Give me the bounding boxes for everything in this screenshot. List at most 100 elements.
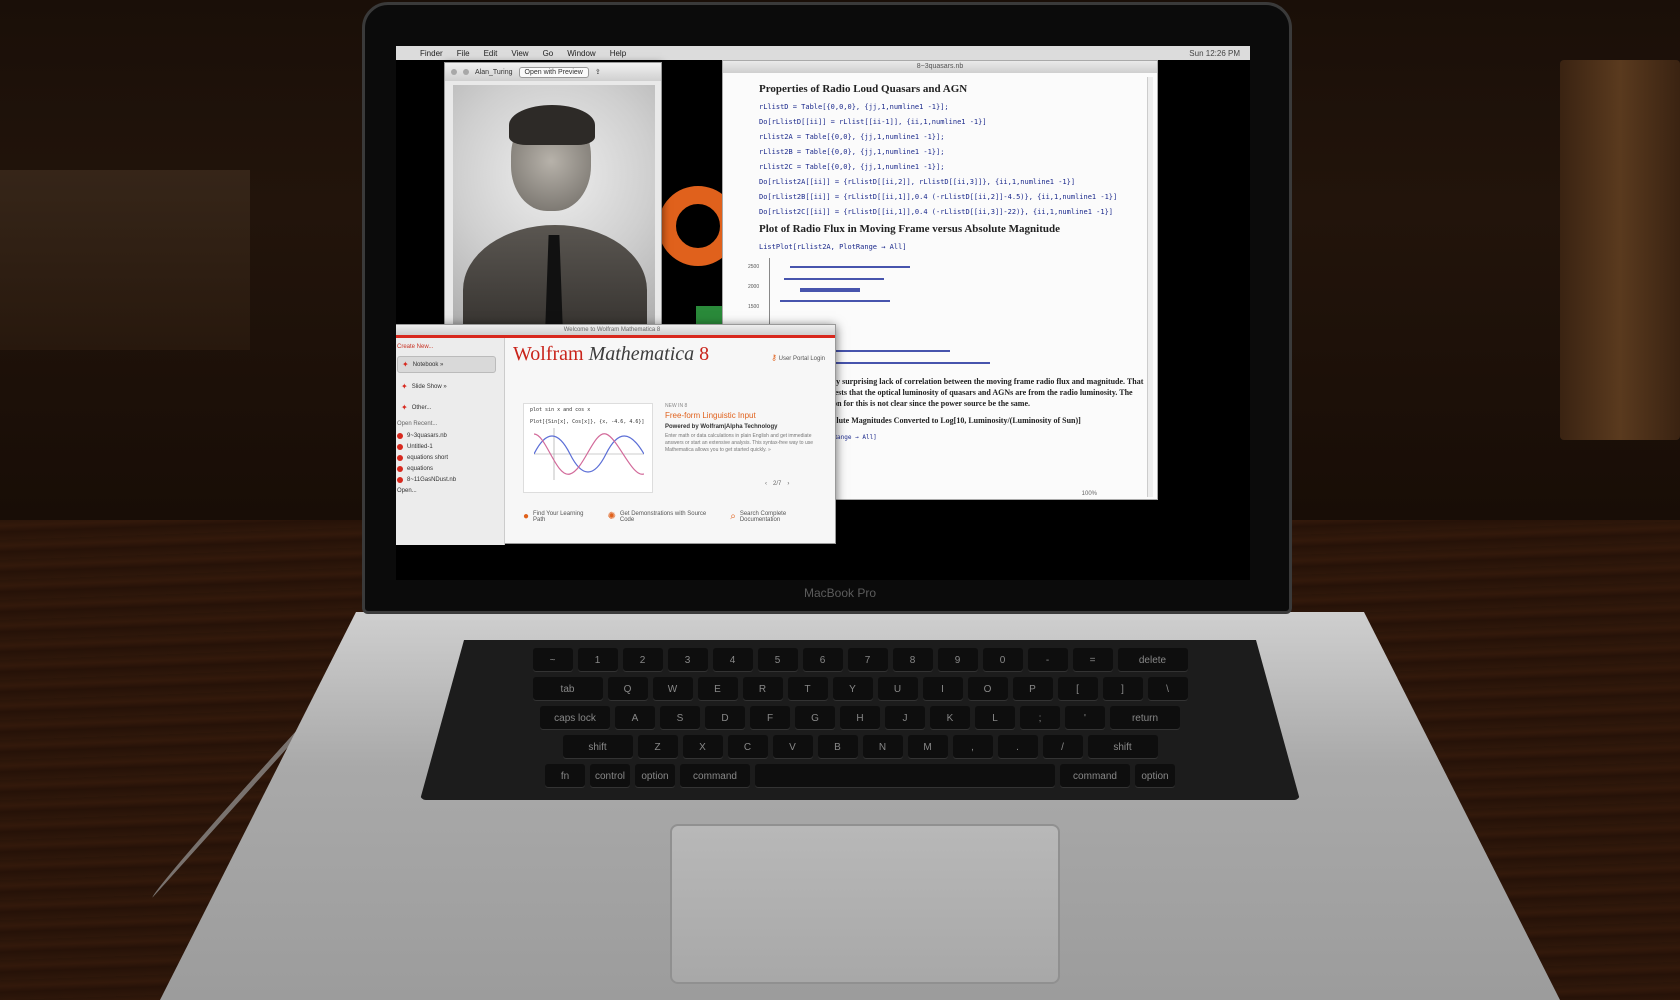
key[interactable]: T <box>787 677 828 701</box>
menu-help[interactable]: Help <box>610 49 626 58</box>
key-option[interactable]: option <box>635 764 675 788</box>
menu-file[interactable]: File <box>457 49 470 58</box>
key-fn[interactable]: fn <box>545 764 585 788</box>
menu-edit[interactable]: Edit <box>484 49 498 58</box>
key[interactable]: 4 <box>712 648 753 672</box>
key[interactable]: O <box>967 677 1008 701</box>
code-line[interactable]: rLlist2B = Table[{0,0}, {jj,1,numline1 -… <box>759 148 1143 156</box>
share-icon[interactable]: ⇪ <box>595 68 601 76</box>
key[interactable]: A <box>615 706 655 730</box>
key[interactable]: Y <box>832 677 873 701</box>
key[interactable]: V <box>772 735 813 759</box>
key[interactable]: 2 <box>622 648 663 672</box>
menu-go[interactable]: Go <box>543 49 554 58</box>
key[interactable]: D <box>705 706 745 730</box>
plot-code[interactable]: ListPlot[rLlist2A, PlotRange → All] <box>759 243 1143 251</box>
preview-window[interactable]: Alan_Turing Open with Preview ⇪ <box>444 62 662 346</box>
documentation-link[interactable]: ⌕ Search Complete Documentation <box>730 511 823 523</box>
recent-file[interactable]: 8~11GasNDust.nb <box>397 477 496 483</box>
key[interactable]: X <box>682 735 723 759</box>
close-icon[interactable] <box>451 69 457 75</box>
key[interactable]: L <box>975 706 1015 730</box>
learning-path-link[interactable]: ● Find Your Learning Path <box>523 511 594 523</box>
key[interactable]: C <box>727 735 768 759</box>
key-shift-right[interactable]: shift <box>1087 735 1158 759</box>
key[interactable]: [ <box>1057 677 1098 701</box>
code-line[interactable]: Do[rLlist2A[[ii]] = {rLlistD[[ii,2]], rL… <box>759 178 1143 186</box>
open-with-preview-button[interactable]: Open with Preview <box>518 66 589 78</box>
menu-finder[interactable]: Finder <box>420 49 443 58</box>
key-space[interactable] <box>755 764 1055 788</box>
key-option[interactable]: option <box>1135 764 1175 788</box>
key[interactable]: S <box>660 706 700 730</box>
key-delete[interactable]: delete <box>1117 648 1188 672</box>
key[interactable]: K <box>930 706 970 730</box>
notebook-scrollbar[interactable] <box>1147 77 1153 497</box>
code-line[interactable]: rLlist2A = Table[{0,0}, {jj,1,numline1 -… <box>759 133 1143 141</box>
key[interactable]: H <box>840 706 880 730</box>
menu-window[interactable]: Window <box>567 49 595 58</box>
recent-file[interactable]: Untitled-1 <box>397 444 496 450</box>
key[interactable]: Z <box>637 735 678 759</box>
trackpad[interactable] <box>670 824 1060 984</box>
demonstrations-link[interactable]: ✺ Get Demonstrations with Source Code <box>608 511 717 523</box>
welcome-title[interactable]: Welcome to Wolfram Mathematica 8 <box>396 325 835 335</box>
prev-icon[interactable]: ‹ <box>765 481 767 487</box>
key[interactable]: \ <box>1147 677 1188 701</box>
recent-file[interactable]: equations <box>397 466 496 472</box>
next-icon[interactable]: › <box>787 481 789 487</box>
key[interactable]: R <box>742 677 783 701</box>
key[interactable]: . <box>997 735 1038 759</box>
key-command[interactable]: command <box>680 764 750 788</box>
menu-view[interactable]: View <box>511 49 528 58</box>
new-other-button[interactable]: ✦ Other... <box>397 400 496 415</box>
code-line[interactable]: Do[rLlist2C[[ii]] = {rLlistD[[ii,1]],0.4… <box>759 208 1143 216</box>
key[interactable]: B <box>817 735 858 759</box>
user-portal-login-link[interactable]: ⚷ User Portal Login <box>771 353 825 362</box>
key[interactable]: G <box>795 706 835 730</box>
key[interactable]: 7 <box>847 648 888 672</box>
recent-file[interactable]: 9~3quasars.nb <box>397 433 496 439</box>
key-shift-left[interactable]: shift <box>562 735 633 759</box>
key[interactable]: W <box>652 677 693 701</box>
key[interactable]: M <box>907 735 948 759</box>
key[interactable]: 9 <box>937 648 978 672</box>
menubar-clock[interactable]: Sun 12:26 PM <box>1189 49 1240 58</box>
key[interactable]: = <box>1072 648 1113 672</box>
key[interactable]: 3 <box>667 648 708 672</box>
key[interactable]: ~ <box>532 648 573 672</box>
key[interactable]: 5 <box>757 648 798 672</box>
code-line[interactable]: Do[rLlist2B[[ii]] = {rLlistD[[ii,1]],0.4… <box>759 193 1143 201</box>
key[interactable]: / <box>1042 735 1083 759</box>
key[interactable]: 6 <box>802 648 843 672</box>
key[interactable]: U <box>877 677 918 701</box>
open-file-link[interactable]: Open... <box>397 488 496 494</box>
key[interactable]: ] <box>1102 677 1143 701</box>
code-line[interactable]: Do[rLlistD[[ii]] = rLlist[[ii-1]], {ii,1… <box>759 118 1143 126</box>
minimize-icon[interactable] <box>463 69 469 75</box>
key[interactable]: P <box>1012 677 1053 701</box>
key[interactable]: E <box>697 677 738 701</box>
key[interactable]: F <box>750 706 790 730</box>
notebook-title[interactable]: 8~3quasars.nb <box>723 61 1157 73</box>
key[interactable]: 1 <box>577 648 618 672</box>
key-command[interactable]: command <box>1060 764 1130 788</box>
key-caps-lock[interactable]: caps lock <box>540 706 610 730</box>
key[interactable]: , <box>952 735 993 759</box>
key[interactable]: N <box>862 735 903 759</box>
key[interactable]: - <box>1027 648 1068 672</box>
key-return[interactable]: return <box>1110 706 1180 730</box>
key[interactable]: 8 <box>892 648 933 672</box>
code-line[interactable]: rLlist2C = Table[{0,0}, {jj,1,numline1 -… <box>759 163 1143 171</box>
new-slideshow-button[interactable]: ✦ Slide Show » <box>397 379 496 394</box>
new-notebook-button[interactable]: ✦ Notebook » <box>397 356 496 373</box>
zoom-level[interactable]: 100% <box>1082 491 1097 497</box>
feature-title[interactable]: Free-form Linguistic Input <box>665 411 825 420</box>
key[interactable]: J <box>885 706 925 730</box>
key[interactable]: I <box>922 677 963 701</box>
key-control[interactable]: control <box>590 764 630 788</box>
welcome-window[interactable]: Welcome to Wolfram Mathematica 8 Create … <box>396 324 836 545</box>
code-line[interactable]: rLlistD = Table[{0,0,0}, {jj,1,numline1 … <box>759 103 1143 111</box>
recent-file[interactable]: equations short <box>397 455 496 461</box>
key[interactable]: 0 <box>982 648 1023 672</box>
